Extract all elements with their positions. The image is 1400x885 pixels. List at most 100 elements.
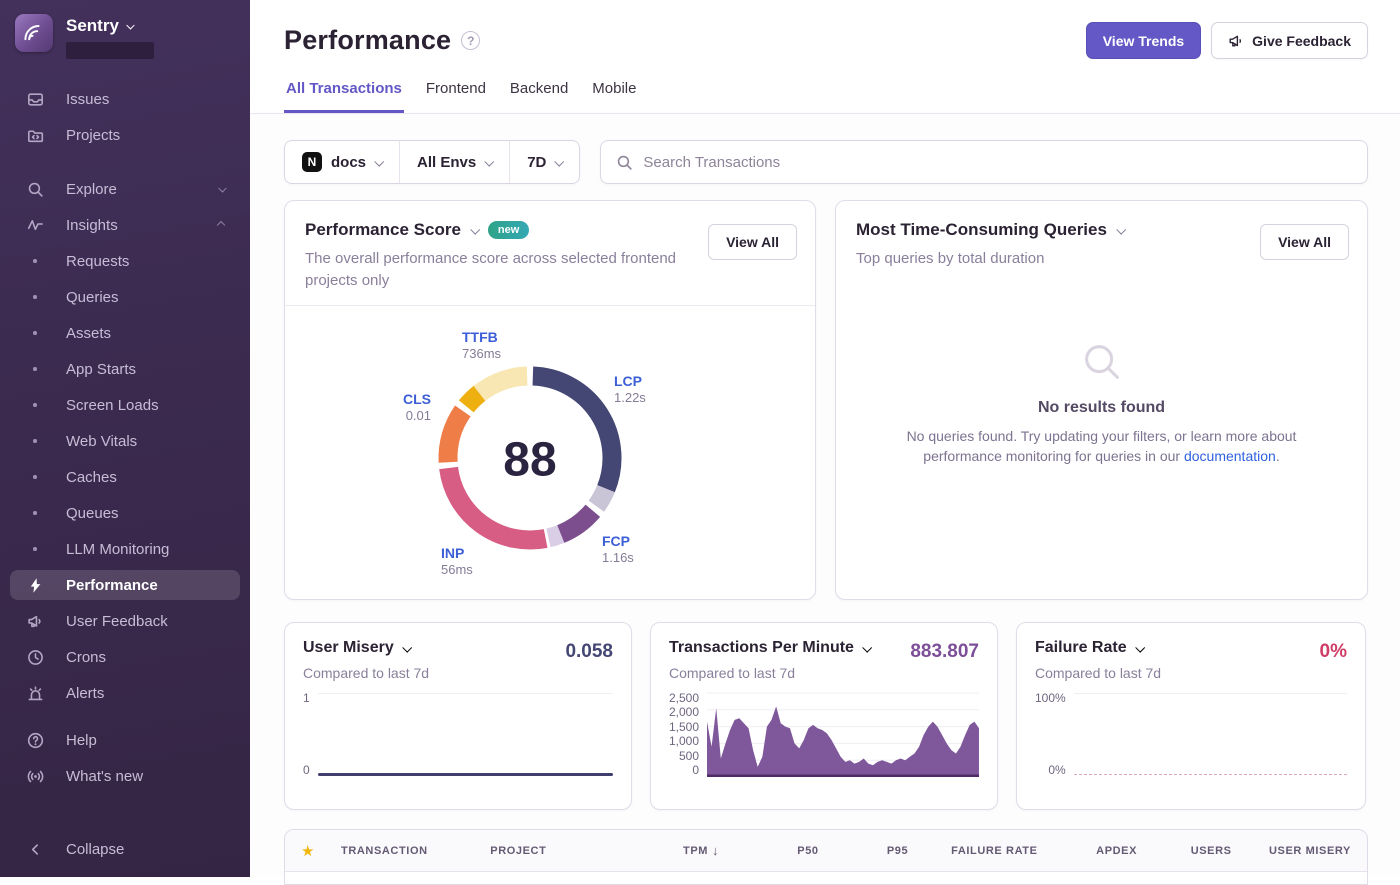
view-all-button[interactable]: View All: [1260, 224, 1349, 260]
sidebar-item-app-starts[interactable]: App Starts: [0, 351, 250, 387]
sidebar-item-label: LLM Monitoring: [66, 541, 169, 558]
bullet-icon: [25, 547, 45, 551]
vital-inp: INP 56ms: [441, 544, 473, 579]
sidebar-item-queues[interactable]: Queues: [0, 495, 250, 531]
feedback-icon: [25, 613, 45, 630]
column-header-project[interactable]: PROJECT: [490, 845, 614, 857]
tpm-ytick: 1,500: [669, 720, 699, 734]
whatsnew-icon: [25, 768, 45, 785]
empty-state-body: No queries found. Try updating your filt…: [902, 427, 1302, 467]
search-icon: [616, 154, 633, 171]
empty-state: No results found No queries found. Try u…: [836, 339, 1367, 467]
sidebar-item-assets[interactable]: Assets: [0, 315, 250, 351]
chevron-up-icon: [219, 222, 225, 228]
sidebar-item-user-feedback[interactable]: User Feedback: [0, 603, 250, 639]
org-switcher[interactable]: Sentry: [66, 14, 154, 36]
sidebar-collapse-button[interactable]: Collapse: [0, 831, 250, 867]
chevron-down-icon[interactable]: [470, 224, 480, 234]
column-header-p50[interactable]: P50: [719, 845, 819, 857]
sidebar-item-requests[interactable]: Requests: [0, 243, 250, 279]
sidebar-item-issues[interactable]: Issues: [0, 81, 250, 117]
tpm-title: Transactions Per Minute: [669, 639, 854, 657]
performance-score-card: Performance Score new The overall perfor…: [284, 200, 816, 600]
donut-segment-CLS[interactable]: [448, 411, 463, 462]
date-range-filter[interactable]: 7D: [509, 141, 579, 183]
view-trends-button[interactable]: View Trends: [1086, 22, 1201, 59]
search-transactions-input[interactable]: [643, 154, 1352, 171]
sidebar-item-projects[interactable]: Projects: [0, 117, 250, 153]
sidebar-item-performance[interactable]: Performance: [10, 570, 240, 600]
chevron-down-icon[interactable]: [1116, 224, 1126, 234]
tab-backend[interactable]: Backend: [508, 80, 570, 113]
project-filter[interactable]: N docs: [285, 141, 399, 183]
sidebar-item-llm-monitoring[interactable]: LLM Monitoring: [0, 531, 250, 567]
column-header-failure-rate[interactable]: FAILURE RATE: [908, 845, 1037, 857]
tpm-ytick: 500: [679, 749, 699, 763]
column-header-p95[interactable]: P95: [819, 845, 909, 857]
sidebar-item-queries[interactable]: Queries: [0, 279, 250, 315]
sidebar-item-label: Caches: [66, 469, 117, 486]
sidebar-item-label: Queries: [66, 289, 119, 306]
sentry-logo-icon[interactable]: [15, 14, 53, 52]
star-icon[interactable]: ★: [301, 842, 341, 860]
environment-filter[interactable]: All Envs: [399, 141, 509, 183]
chevron-down-icon[interactable]: [402, 642, 412, 652]
column-header-apdex[interactable]: APDEX: [1038, 845, 1138, 857]
nextjs-project-icon: N: [302, 152, 322, 172]
sidebar-item-label: Queues: [66, 505, 119, 522]
queries-card-subtitle: Top queries by total duration: [856, 248, 1246, 270]
sidebar-item-what-s-new[interactable]: What's new: [0, 758, 250, 794]
sidebar-item-label: Requests: [66, 253, 129, 270]
sidebar-item-explore[interactable]: Explore: [0, 171, 250, 207]
give-feedback-button[interactable]: Give Feedback: [1211, 22, 1368, 59]
sidebar-item-crons[interactable]: Crons: [0, 639, 250, 675]
sidebar-item-web-vitals[interactable]: Web Vitals: [0, 423, 250, 459]
sidebar-item-caches[interactable]: Caches: [0, 459, 250, 495]
tpm-chart: 2,5002,0001,5001,0005000: [669, 691, 979, 777]
issues-icon: [25, 91, 45, 108]
failure-rate-title: Failure Rate: [1035, 639, 1127, 657]
donut-segment-TTFB[interactable]: [466, 393, 479, 406]
performance-score-chart: 88 TTFB 736ms LCP 1.22s CLS 0.01 INP: [285, 306, 815, 600]
column-header-transaction[interactable]: TRANSACTION: [341, 845, 490, 857]
donut-segment-TTFB-rest[interactable]: [480, 376, 528, 393]
search-icon: [25, 181, 45, 198]
table-header-row: ★ TRANSACTIONPROJECTTPM↓P50P95FAILURE RA…: [285, 830, 1367, 872]
column-header-tpm[interactable]: TPM↓: [615, 843, 719, 858]
column-header-users[interactable]: USERS: [1137, 845, 1232, 857]
donut-segment-FCP-rest[interactable]: [548, 534, 560, 538]
failure-rate-card: Failure Rate 0% Compared to last 7d 100%…: [1016, 622, 1366, 810]
bullet-icon: [25, 331, 45, 335]
sidebar-item-label: Insights: [66, 217, 118, 234]
documentation-link[interactable]: documentation: [1184, 448, 1276, 464]
sidebar-item-label: Screen Loads: [66, 397, 159, 414]
chevron-down-icon[interactable]: [862, 642, 872, 652]
sidebar-item-screen-loads[interactable]: Screen Loads: [0, 387, 250, 423]
sidebar-item-insights[interactable]: Insights: [0, 207, 250, 243]
time-consuming-queries-card: Most Time-Consuming Queries Top queries …: [835, 200, 1368, 600]
tpm-ytick: 2,500: [669, 691, 699, 705]
tab-frontend[interactable]: Frontend: [424, 80, 488, 113]
chevron-down-icon[interactable]: [1135, 642, 1145, 652]
column-header-user-misery[interactable]: USER MISERY: [1232, 845, 1351, 857]
sidebar-item-alerts[interactable]: Alerts: [0, 675, 250, 711]
vital-ttfb: TTFB 736ms: [462, 328, 501, 363]
chevron-down-icon: [484, 156, 494, 166]
help-icon: [25, 732, 45, 749]
sidebar-item-label: Explore: [66, 181, 117, 198]
help-icon[interactable]: ?: [461, 31, 480, 50]
chevron-down-icon: [555, 156, 565, 166]
search-bar[interactable]: [600, 140, 1368, 184]
tab-all-transactions[interactable]: All Transactions: [284, 80, 404, 113]
chevron-down-icon: [219, 186, 225, 192]
sidebar-item-help[interactable]: Help: [0, 722, 250, 758]
tab-mobile[interactable]: Mobile: [590, 80, 638, 113]
view-all-button[interactable]: View All: [708, 224, 797, 260]
chevron-down-icon: [374, 156, 384, 166]
donut-segment-LCP-rest[interactable]: [596, 489, 606, 506]
donut-segment-FCP[interactable]: [561, 511, 593, 534]
failure-rate-value: 0%: [1320, 641, 1347, 663]
sidebar-item-label: What's new: [66, 768, 143, 785]
bullet-icon: [25, 439, 45, 443]
chevron-down-icon: [126, 21, 134, 29]
